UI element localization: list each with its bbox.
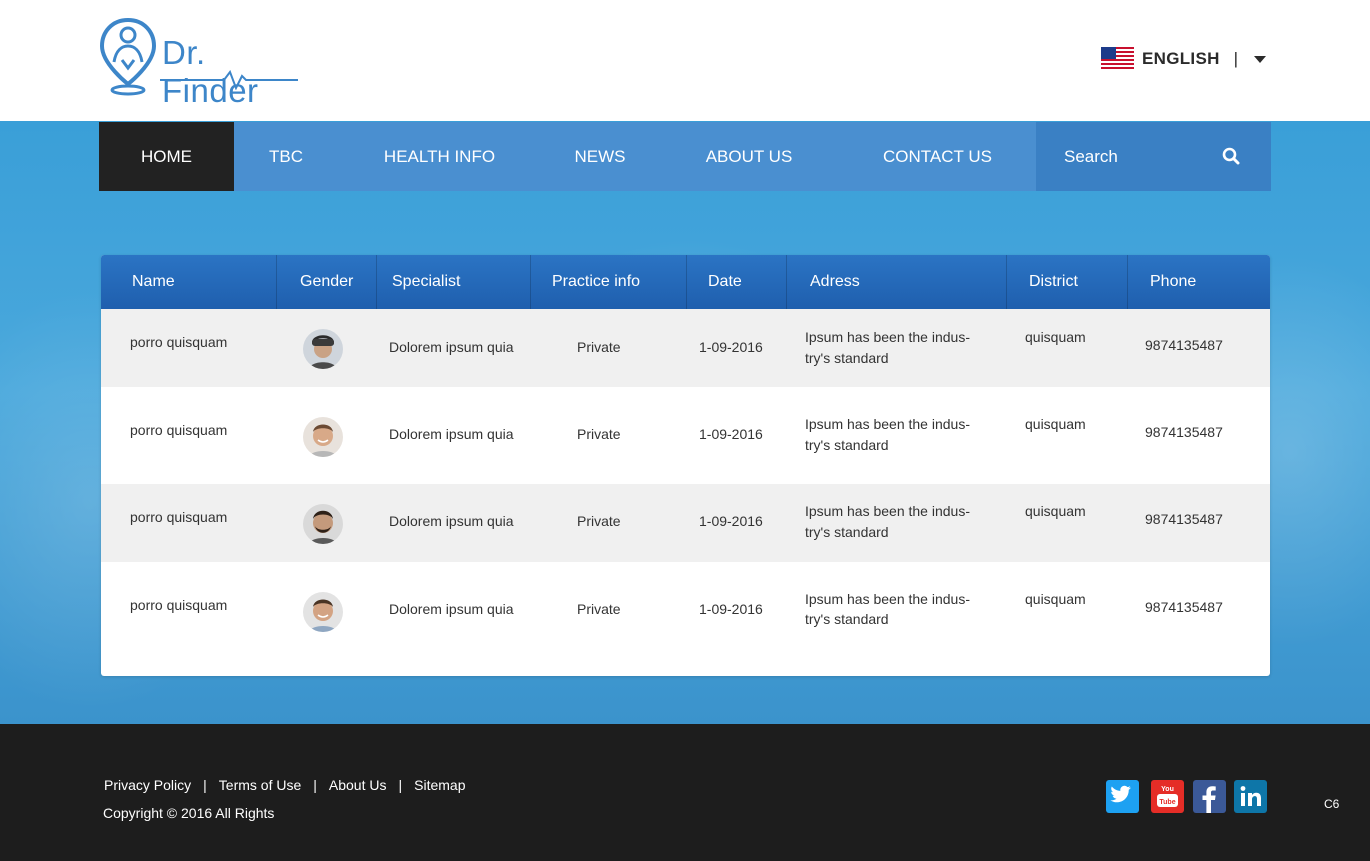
chevron-down-icon[interactable] (1254, 55, 1267, 63)
address-line-1: Ipsum has been the indus- (805, 591, 970, 607)
footer-link-privacy-policy[interactable]: Privacy Policy (104, 777, 191, 793)
practice-info: Private (577, 513, 621, 529)
nav-item-health-info[interactable]: HEALTH INFO (338, 122, 541, 191)
address-line-1: Ipsum has been the indus- (805, 329, 970, 345)
practice-info: Private (577, 601, 621, 617)
column-divider (276, 255, 277, 309)
specialist: Dolorem ipsum quia (389, 513, 514, 529)
column-district: District (1029, 273, 1078, 290)
column-divider (530, 255, 531, 309)
linkedin-icon[interactable] (1234, 780, 1267, 813)
svg-text:You: You (1161, 786, 1174, 793)
date: 1-09-2016 (699, 513, 763, 529)
column-address: Adress (810, 273, 860, 290)
facebook-icon[interactable] (1193, 780, 1226, 813)
date: 1-09-2016 (699, 601, 763, 617)
district: quisquam (1025, 503, 1086, 519)
practice-info: Private (577, 339, 621, 355)
column-date: Date (708, 273, 742, 290)
address-line-1: Ipsum has been the indus- (805, 416, 970, 432)
site-footer: Privacy Policy | Terms of Use | About Us… (0, 724, 1370, 861)
district: quisquam (1025, 591, 1086, 607)
language-selector[interactable]: ENGLISH | (1101, 46, 1267, 72)
footer-separator: | (203, 777, 207, 793)
footer-link-about-us[interactable]: About Us (329, 777, 387, 793)
footer-links: Privacy Policy | Terms of Use | About Us… (104, 777, 465, 793)
nav-item-contact-us[interactable]: CONTACT US (839, 122, 1036, 191)
column-practice-info: Practice info (552, 273, 641, 290)
doctor-pin-icon (99, 17, 157, 96)
address-line-2: try's standard (805, 350, 889, 366)
twitter-icon[interactable] (1106, 780, 1139, 813)
avatar (303, 592, 343, 632)
site-header: Dr. Finder ENGLISH | (0, 0, 1370, 121)
footer-link-sitemap[interactable]: Sitemap (414, 777, 465, 793)
language-label: ENGLISH (1142, 49, 1220, 68)
language-separator: | (1233, 49, 1239, 68)
address-line-2: try's standard (805, 437, 889, 453)
avatar (303, 417, 343, 457)
avatar (303, 329, 343, 369)
table-row[interactable]: porro quisquam Dolorem ipsum quia Privat… (101, 387, 1270, 484)
specialist: Dolorem ipsum quia (389, 601, 514, 617)
doctor-name: porro quisquam (130, 509, 228, 525)
doctor-name: porro quisquam (130, 597, 228, 613)
search-input[interactable] (1064, 146, 1214, 167)
table-row[interactable]: porro quisquam Dolorem ipsum quia Privat… (101, 484, 1270, 562)
column-divider (1006, 255, 1007, 309)
youtube-icon[interactable]: You Tube (1151, 780, 1184, 813)
doctors-table: Name Gender Specialist Practice info Dat… (101, 255, 1270, 676)
district: quisquam (1025, 329, 1086, 345)
column-gender: Gender (300, 273, 354, 290)
nav-item-tbc[interactable]: TBC (234, 122, 338, 191)
specialist: Dolorem ipsum quia (389, 339, 514, 355)
column-divider (786, 255, 787, 309)
footer-separator: | (313, 777, 317, 793)
nav-item-news[interactable]: NEWS (541, 122, 659, 191)
column-divider (686, 255, 687, 309)
date: 1-09-2016 (699, 426, 763, 442)
address-line-2: try's standard (805, 611, 889, 627)
search-box (1036, 122, 1271, 191)
date: 1-09-2016 (699, 339, 763, 355)
main-nav: HOME TBC HEALTH INFO NEWS ABOUT US CONTA… (99, 122, 1271, 191)
footer-code: C6 (1324, 797, 1340, 811)
logo[interactable]: Dr. Finder (99, 17, 310, 109)
column-divider (376, 255, 377, 309)
doctor-name: porro quisquam (130, 422, 228, 438)
footer-separator: | (398, 777, 403, 793)
us-flag-icon (1101, 47, 1134, 71)
phone: 9874135487 (1145, 424, 1223, 440)
svg-text:Tube: Tube (1159, 799, 1175, 806)
phone: 9874135487 (1145, 511, 1223, 527)
phone: 9874135487 (1145, 337, 1223, 353)
phone: 9874135487 (1145, 599, 1223, 615)
district: quisquam (1025, 416, 1086, 432)
address-line-2: try's standard (805, 524, 889, 540)
copyright-text: Copyright © 2016 All Rights (103, 805, 275, 821)
practice-info: Private (577, 426, 621, 442)
table-row[interactable]: porro quisquam Dolorem ipsum quia Privat… (101, 562, 1270, 676)
column-specialist: Specialist (392, 273, 461, 290)
doctor-name: porro quisquam (130, 334, 228, 350)
footer-link-terms-of-use[interactable]: Terms of Use (219, 777, 301, 793)
avatar (303, 504, 343, 544)
column-divider (1127, 255, 1128, 309)
column-phone: Phone (1150, 273, 1197, 290)
column-name: Name (132, 273, 175, 290)
address-line-1: Ipsum has been the indus- (805, 503, 970, 519)
heartbeat-line-icon (160, 70, 298, 90)
specialist: Dolorem ipsum quia (389, 426, 514, 442)
table-row[interactable]: porro quisquam Dolorem ipsum quia Privat… (101, 309, 1270, 387)
nav-item-about-us[interactable]: ABOUT US (659, 122, 839, 191)
table-header: Name Gender Specialist Practice info Dat… (101, 255, 1270, 309)
nav-item-home[interactable]: HOME (99, 122, 234, 191)
search-icon[interactable] (1222, 147, 1240, 165)
